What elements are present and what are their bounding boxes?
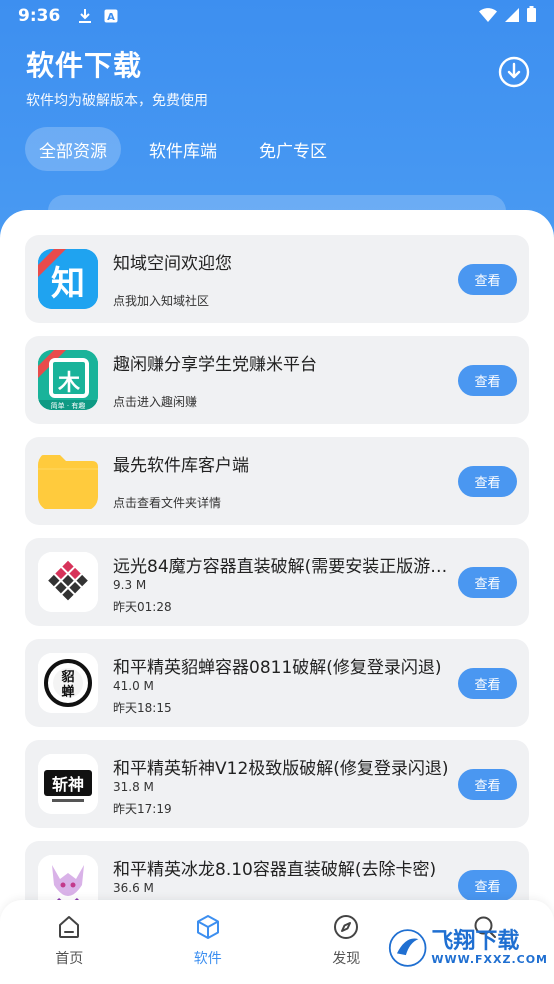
list-item[interactable]: 远光84魔方容器直装破解(需要安装正版游戏) 9.3 M 昨天01:28 查看 [25, 538, 529, 626]
nav-home[interactable]: 首页 [0, 900, 139, 984]
svg-text:木: 木 [57, 371, 81, 396]
svg-text:简单 · 有趣: 简单 · 有趣 [51, 401, 86, 410]
list-item[interactable]: 木 简单 · 有趣 趣闲赚分享学生党赚米平台 点击进入趣闲赚 查看 [25, 336, 529, 424]
watermark-logo: 飞翔下载 WWW.FXXZ.COM [388, 920, 548, 976]
view-button[interactable]: 查看 [458, 466, 517, 497]
item-description: 点击查看文件夹详情 [113, 496, 222, 510]
software-list: 知 知域空间欢迎您 点我加入知域社区 查看 木 简单 · 有趣 趣闲赚分享学生党… [25, 235, 529, 942]
download-circle-icon [498, 56, 530, 88]
list-item[interactable]: 知 知域空间欢迎您 点我加入知域社区 查看 [25, 235, 529, 323]
signal-icon [505, 7, 519, 26]
page-title: 软件下载 [26, 49, 143, 82]
watermark-emblem-icon [388, 929, 427, 967]
item-date: 昨天18:15 [113, 701, 172, 715]
svg-text:貂: 貂 [60, 669, 74, 685]
view-button[interactable]: 查看 [458, 668, 517, 699]
download-manager-button[interactable] [496, 54, 532, 90]
cube-icon [38, 552, 98, 612]
item-description: 点我加入知域社区 [113, 294, 210, 308]
item-date: 昨天01:28 [113, 600, 172, 614]
view-button[interactable]: 查看 [458, 870, 517, 901]
watermark-url: WWW.FXXZ.COM [431, 952, 548, 966]
tab-all-resources[interactable]: 全部资源 [25, 127, 121, 171]
cube-outline-icon [196, 915, 219, 939]
header-title-block: 软件下载 软件均为破解版本，免费使用 [26, 44, 208, 110]
item-title: 最先软件库客户端 [113, 456, 249, 476]
zhanshen-icon: 斩神 [38, 754, 98, 814]
item-size: 36.6 M [113, 881, 154, 895]
item-size: 31.8 M [113, 780, 154, 794]
tab-ad-free[interactable]: 免广专区 [245, 127, 341, 171]
list-item[interactable]: 最先软件库客户端 点击查看文件夹详情 查看 [25, 437, 529, 525]
item-title: 趣闲赚分享学生党赚米平台 [113, 355, 317, 375]
folder-icon [38, 451, 98, 511]
svg-text:斩神: 斩神 [52, 775, 84, 794]
item-size: 9.3 M [113, 578, 147, 592]
svg-text:A: A [107, 12, 115, 23]
content-panel: 知 知域空间欢迎您 点我加入知域社区 查看 木 简单 · 有趣 趣闲赚分享学生党… [0, 210, 554, 984]
category-tabs: 全部资源 软件库端 免广专区 [25, 127, 341, 171]
font-a-icon: A [104, 9, 118, 23]
battery-icon [527, 6, 536, 26]
item-title: 和平精英斩神V12极致版破解(修复登录闪退) [113, 759, 449, 779]
page-subtitle: 软件均为破解版本，免费使用 [26, 93, 208, 109]
item-description: 点击进入趣闲赚 [113, 395, 198, 409]
item-date: 昨天17:19 [113, 802, 172, 816]
compass-icon [334, 915, 359, 939]
nav-discover-label: 发现 [332, 951, 361, 967]
watermark-text: 飞翔下载 [431, 928, 520, 954]
view-button[interactable]: 查看 [458, 264, 517, 295]
list-item[interactable]: 貂 蝉 和平精英貂蝉容器0811破解(修复登录闪退) 41.0 M 昨天18:1… [25, 639, 529, 727]
status-bar: 9:36 A [0, 0, 554, 32]
diaochan-icon: 貂 蝉 [38, 653, 98, 713]
status-time: 9:36 [18, 6, 61, 26]
item-size: 41.0 M [113, 679, 154, 693]
tab-software-library[interactable]: 软件库端 [135, 127, 231, 171]
item-title: 知域空间欢迎您 [113, 254, 232, 274]
view-button[interactable]: 查看 [458, 567, 517, 598]
item-title: 和平精英冰龙8.10容器直装破解(去除卡密) [113, 860, 437, 880]
download-icon [78, 8, 92, 24]
nav-home-label: 首页 [55, 951, 84, 967]
svg-text:蝉: 蝉 [61, 684, 74, 700]
item-title: 和平精英貂蝉容器0811破解(修复登录闪退) [113, 658, 442, 678]
nav-software[interactable]: 软件 [139, 900, 278, 984]
wifi-icon [479, 7, 497, 26]
svg-text:知: 知 [51, 264, 85, 304]
zhi-icon: 知 [38, 249, 98, 309]
view-button[interactable]: 查看 [458, 769, 517, 800]
view-button[interactable]: 查看 [458, 365, 517, 396]
home-icon [59, 916, 80, 938]
list-item[interactable]: 斩神 和平精英斩神V12极致版破解(修复登录闪退) 31.8 M 昨天17:19… [25, 740, 529, 828]
item-title: 远光84魔方容器直装破解(需要安装正版游戏) [113, 557, 449, 577]
xian-icon: 木 简单 · 有趣 [38, 350, 98, 410]
nav-software-label: 软件 [193, 951, 222, 967]
